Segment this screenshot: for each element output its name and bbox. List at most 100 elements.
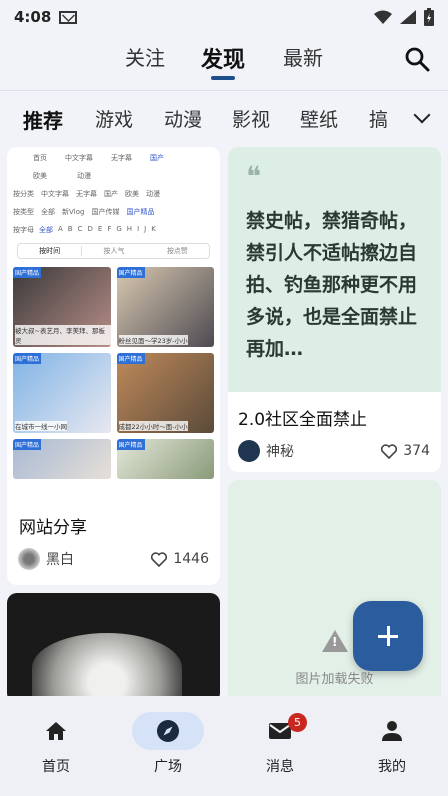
shot-filter: 无字幕 (76, 190, 97, 198)
shot-filter: 全部 (41, 208, 55, 216)
author-name: 黑白 (46, 552, 74, 568)
battery-icon (424, 8, 434, 26)
shot-filter: B (67, 225, 73, 233)
thumb-tag: 国产精品 (116, 353, 145, 364)
thumb-tag: 国产精品 (116, 267, 145, 278)
post-card[interactable]: ❝ 禁史帖，禁猎奇帖，禁引人不适帖擦边自拍、钓鱼那种更不用多说，也是全面禁止 再… (228, 147, 441, 472)
thumb-caption: 在城市一线一小网 (15, 421, 67, 431)
add-post-button[interactable] (353, 601, 423, 671)
thumb-caption: 成都22小小时～面-小小 (118, 421, 188, 431)
post-card[interactable]: 图片加载失败 (228, 480, 441, 705)
home-icon (46, 722, 66, 740)
nav-label: 消息 (266, 759, 294, 775)
video-thumbnail: 国产精品 (116, 439, 214, 479)
thumb-caption: 被大叔~表艺月、李美拜、那板灵 (15, 325, 111, 345)
nav-home[interactable]: 首页 (0, 696, 112, 796)
top-tab-bar: 关注 发现 最新 (0, 34, 448, 90)
category-anime[interactable]: 动漫 (164, 105, 202, 132)
nav-messages[interactable]: 5 消息 (224, 696, 336, 796)
shot-filter: K (151, 225, 156, 233)
shot-filter: J (144, 225, 147, 233)
shot-nav: 中文字幕 (65, 154, 93, 162)
shot-filter: F (107, 225, 112, 233)
video-thumbnail: 国产精品 被大叔~表艺月、李美拜、那板灵 (13, 267, 111, 347)
status-bar: 4:08 (0, 0, 448, 34)
shot-filter: 新Vlog (62, 208, 85, 216)
thumb-tag: 国产精品 (13, 439, 42, 450)
post-title: 网站分享 (19, 518, 87, 538)
active-tab-indicator (211, 76, 235, 80)
shot-sort-tabs: 按时间 按人气 按点赞 (17, 243, 210, 259)
post-author[interactable]: 黑白 (18, 548, 74, 570)
post-image (32, 633, 182, 703)
category-funny[interactable]: 搞 (369, 105, 388, 132)
signal-icon (400, 10, 416, 24)
nav-label: 广场 (154, 759, 182, 775)
shot-filter: C (77, 225, 83, 233)
post-card[interactable] (7, 593, 220, 703)
video-thumbnail: 国产精品 (13, 439, 111, 479)
shot-nav: 欧美 (33, 172, 47, 180)
video-thumbnail: 国产精品 粉丝见面～学23岁-小小 (116, 267, 214, 347)
nav-square[interactable]: 广场 (112, 696, 224, 796)
post-author[interactable]: 神秘 (238, 440, 294, 462)
shot-filter: E (97, 225, 103, 233)
post-card[interactable]: 首页 中文字幕 无字幕 国产 欧美 动漫 按分类 中文字幕 无字幕 国产 欧美 … (7, 147, 220, 585)
nav-label: 我的 (378, 759, 406, 775)
shot-filter: 按类型 (13, 208, 34, 216)
video-thumbnail: 国产精品 成都22小小时～面-小小 (116, 353, 214, 433)
heart-icon (151, 551, 168, 567)
person-icon (382, 721, 402, 741)
search-icon[interactable] (404, 46, 430, 72)
avatar (238, 440, 260, 462)
post-title: 2.0社区全面禁止 (238, 410, 368, 430)
shot-nav: 首页 (33, 154, 47, 162)
unread-badge: 5 (288, 713, 307, 732)
shot-filter: I (137, 225, 140, 233)
shot-filter: 中文字幕 (41, 190, 69, 198)
like-count: 1446 (173, 551, 209, 567)
category-wallpaper[interactable]: 壁纸 (300, 105, 338, 132)
quote-block: ❝ 禁史帖，禁猎奇帖，禁引人不适帖擦边自拍、钓鱼那种更不用多说，也是全面禁止 再… (228, 147, 441, 392)
shot-nav: 无字幕 (111, 154, 132, 162)
thumb-tag: 国产精品 (13, 353, 42, 364)
warning-icon (322, 630, 348, 652)
tab-discover[interactable]: 发现 (201, 42, 245, 74)
tab-following[interactable]: 关注 (125, 42, 165, 71)
category-recommend[interactable]: 推荐 (23, 105, 63, 134)
shot-sort: 按人气 (103, 247, 125, 255)
shot-filter: D (87, 225, 93, 233)
thumb-tag: 国产精品 (116, 439, 145, 450)
wifi-icon (374, 10, 392, 24)
shot-filter: H (126, 225, 133, 233)
heart-icon (381, 443, 398, 459)
shot-filter: 全部 (39, 226, 53, 234)
image-load-failed-text: 图片加载失败 (295, 672, 374, 687)
shot-nav: 国产 (150, 154, 164, 162)
shot-sort: 按时间 (18, 246, 83, 256)
video-thumbnail: 国产精品 在城市一线一小网 (13, 353, 111, 433)
chevron-down-icon[interactable] (413, 106, 431, 124)
category-games[interactable]: 游戏 (95, 105, 133, 132)
status-time: 4:08 (14, 8, 52, 26)
post-image: 首页 中文字幕 无字幕 国产 欧美 动漫 按分类 中文字幕 无字幕 国产 欧美 … (7, 147, 220, 502)
quote-text: 禁史帖，禁猎奇帖，禁引人不适帖擦边自拍、钓鱼那种更不用多说，也是全面禁止 再加… (246, 210, 418, 360)
like-button[interactable]: 1446 (151, 551, 209, 567)
like-button[interactable]: 374 (381, 443, 430, 459)
thumb-tag: 国产精品 (13, 267, 42, 278)
shot-filter: A (58, 225, 63, 233)
thumb-caption: 粉丝见面～学23岁-小小 (118, 335, 188, 345)
tab-latest[interactable]: 最新 (283, 42, 323, 71)
shot-filter: 国产传媒 (91, 208, 120, 216)
mail-notification-icon (59, 10, 78, 24)
like-count: 374 (403, 443, 430, 459)
nav-profile[interactable]: 我的 (336, 696, 448, 796)
compass-icon (157, 720, 179, 742)
shot-filter: 按分类 (13, 190, 34, 198)
category-bar: 推荐 游戏 动漫 影视 壁纸 搞 (0, 90, 448, 140)
quote-icon: ❝ (246, 160, 262, 193)
shot-sort: 按点赞 (166, 247, 188, 255)
shot-filter: 欧美 (125, 190, 139, 198)
category-film[interactable]: 影视 (232, 105, 270, 132)
nav-label: 首页 (42, 759, 70, 775)
